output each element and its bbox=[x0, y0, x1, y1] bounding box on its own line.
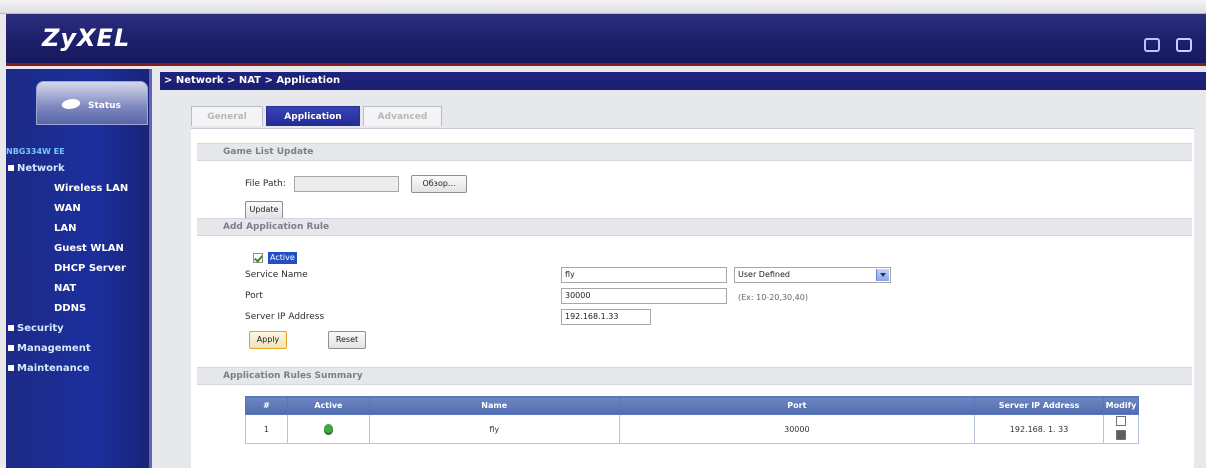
logout-icon[interactable] bbox=[1176, 38, 1192, 52]
row-index: 1 bbox=[245, 414, 288, 444]
sidebar-section-management[interactable]: Management bbox=[6, 339, 152, 359]
file-path-label: File Path: bbox=[245, 179, 286, 189]
chevron-down-icon bbox=[876, 269, 889, 281]
reset-button[interactable]: Reset bbox=[328, 331, 366, 349]
sidebar: Status NBG334W EE Network Wireless LAN W… bbox=[6, 69, 152, 468]
column-header-server-ip: Server IP Address bbox=[974, 396, 1104, 415]
sidebar-item-ddns[interactable]: DDNS bbox=[6, 299, 152, 319]
breadcrumb: > Network > NAT > Application bbox=[160, 72, 1206, 90]
header: ZyXEL bbox=[6, 14, 1206, 66]
server-ip-label: Server IP Address bbox=[245, 312, 325, 322]
column-header-active: Active bbox=[286, 396, 370, 415]
help-icon[interactable] bbox=[1144, 38, 1160, 52]
browse-button[interactable]: Обзор... bbox=[411, 175, 467, 193]
update-button[interactable]: Update bbox=[245, 201, 283, 219]
sidebar-item-wireless-lan[interactable]: Wireless LAN bbox=[6, 179, 152, 199]
file-path-input[interactable] bbox=[294, 176, 399, 192]
active-checkbox[interactable] bbox=[253, 253, 263, 263]
column-header-index: # bbox=[245, 396, 288, 415]
sidebar-item-dhcp-server[interactable]: DHCP Server bbox=[6, 259, 152, 279]
edit-icon[interactable] bbox=[1115, 416, 1126, 426]
tab-general[interactable]: General bbox=[191, 106, 263, 126]
row-name: fly bbox=[368, 414, 620, 444]
port-input[interactable]: 30000 bbox=[561, 288, 727, 304]
sidebar-item-lan[interactable]: LAN bbox=[6, 219, 152, 239]
device-model: NBG334W EE bbox=[6, 147, 65, 156]
sidebar-section-network[interactable]: Network bbox=[6, 159, 152, 179]
port-hint: (Ex: 10-20,30,40) bbox=[738, 293, 808, 302]
sidebar-section-maintenance[interactable]: Maintenance bbox=[6, 359, 152, 379]
delete-icon[interactable] bbox=[1115, 430, 1126, 440]
zyxel-logo: ZyXEL bbox=[42, 24, 131, 52]
column-header-modify: Modify bbox=[1102, 396, 1140, 415]
active-bulb-icon bbox=[323, 423, 333, 433]
status-icon bbox=[60, 99, 82, 109]
sidebar-item-wan[interactable]: WAN bbox=[6, 199, 152, 219]
browser-strip bbox=[0, 0, 1206, 14]
column-header-port: Port bbox=[618, 396, 976, 415]
service-name-label: Service Name bbox=[245, 270, 308, 280]
game-list-update-section: Game List Update bbox=[197, 143, 1192, 161]
column-header-name: Name bbox=[368, 396, 620, 415]
tab-application[interactable]: Application bbox=[266, 106, 360, 126]
row-port: 30000 bbox=[618, 414, 976, 444]
sidebar-item-nat[interactable]: NAT bbox=[6, 279, 152, 299]
service-type-select[interactable]: User Defined bbox=[734, 267, 891, 283]
application-rules-summary-section: Application Rules Summary bbox=[197, 367, 1192, 385]
service-type-value: User Defined bbox=[738, 270, 790, 279]
router-admin-window: ZyXEL Status NBG334W EE Network Wireless… bbox=[0, 0, 1206, 468]
table-row: 1 fly 30000 192.168. 1. 33 bbox=[245, 414, 1140, 444]
tab-advanced[interactable]: Advanced bbox=[363, 106, 442, 126]
server-ip-input[interactable]: 192.168.1.33 bbox=[561, 309, 651, 325]
apply-button[interactable]: Apply bbox=[249, 331, 287, 349]
active-label: Active bbox=[268, 252, 297, 264]
rules-summary-table: # Active Name Port Server IP Address Mod… bbox=[245, 396, 1140, 444]
row-modify bbox=[1102, 414, 1140, 444]
sidebar-item-guest-wlan[interactable]: Guest WLAN bbox=[6, 239, 152, 259]
status-button-label: Status bbox=[88, 101, 121, 111]
service-name-input[interactable]: fly bbox=[561, 267, 727, 283]
main-content: > Network > NAT > Application General Ap… bbox=[155, 66, 1206, 468]
port-label: Port bbox=[245, 291, 263, 301]
add-application-rule-section: Add Application Rule bbox=[197, 218, 1192, 236]
status-button[interactable]: Status bbox=[36, 81, 148, 125]
row-server-ip: 192.168. 1. 33 bbox=[974, 414, 1104, 444]
row-active bbox=[286, 414, 370, 444]
sidebar-nav: Network Wireless LAN WAN LAN Guest WLAN … bbox=[6, 159, 152, 379]
sidebar-section-security[interactable]: Security bbox=[6, 319, 152, 339]
